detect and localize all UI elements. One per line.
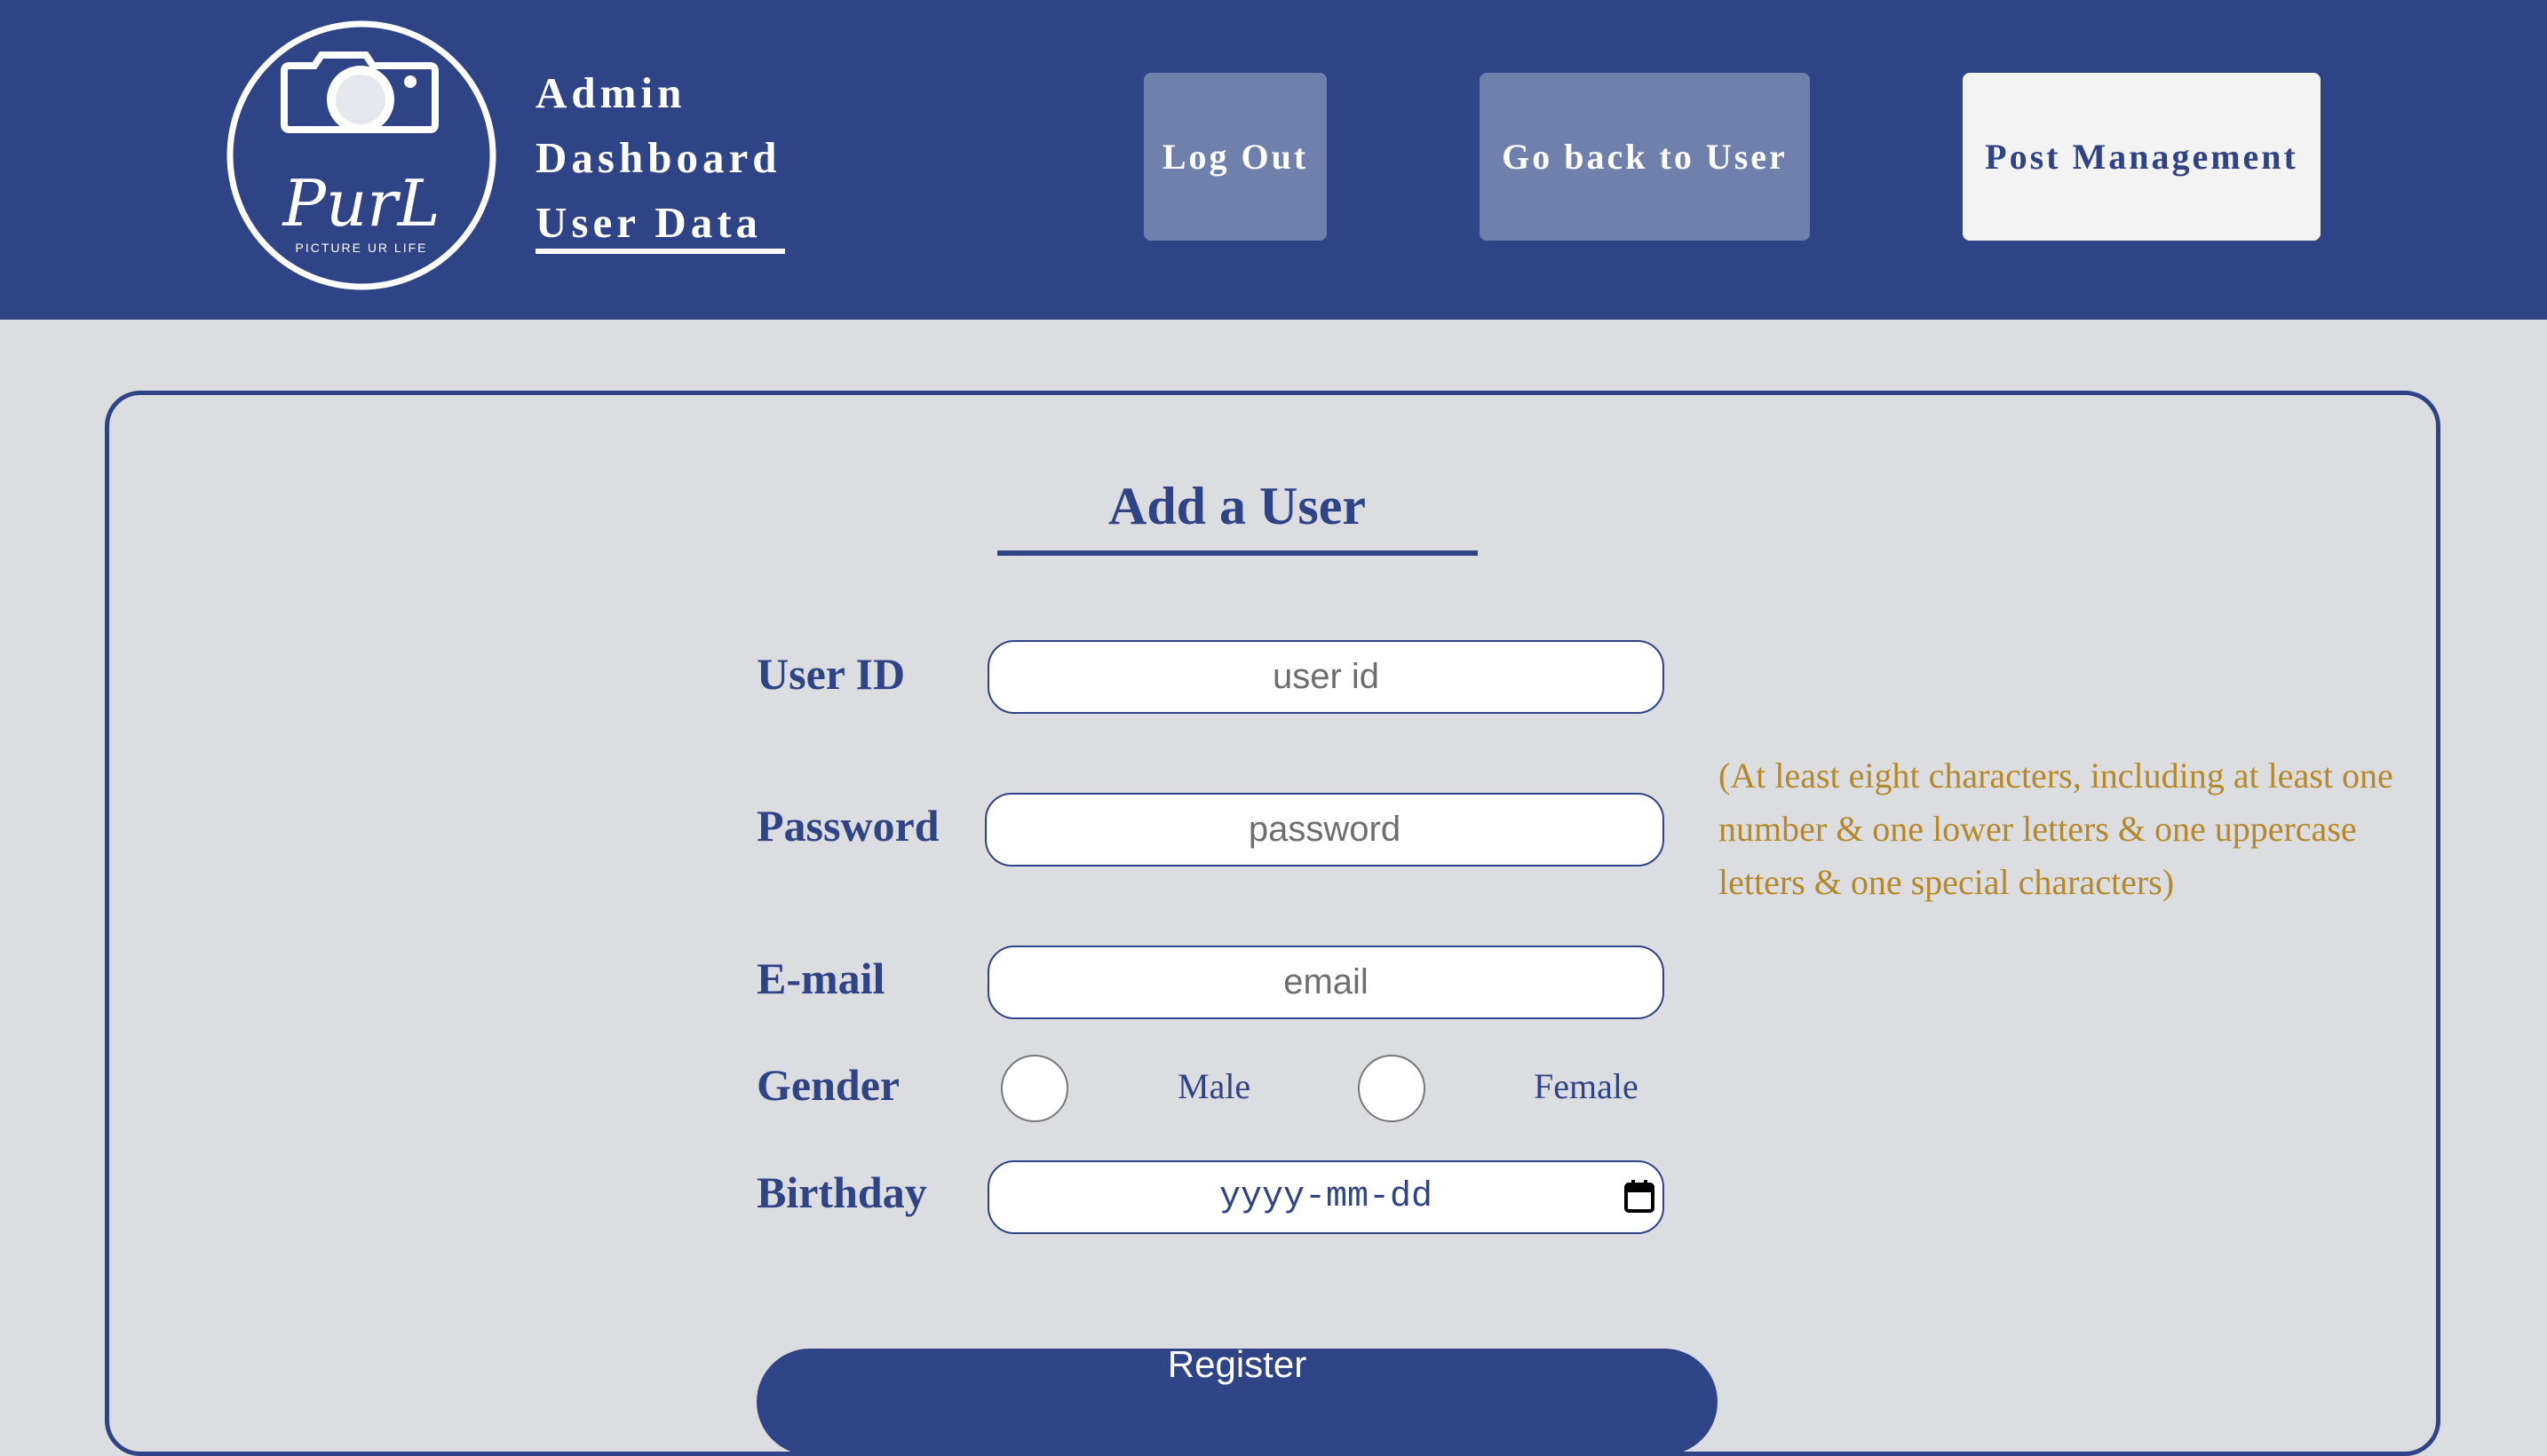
back-to-user-button[interactable]: Go back to User <box>1480 73 1810 241</box>
gender-male-radio[interactable] <box>1001 1055 1068 1122</box>
user-id-label: User ID <box>757 649 906 699</box>
email-label: E-mail <box>757 954 885 1003</box>
gender-label: Gender <box>757 1060 901 1110</box>
top-header: PurL PICTURE UR LIFE Admin Dashboard Use… <box>0 0 2547 320</box>
password-requirements-hint: (At least eight characters, including at… <box>1718 756 2393 902</box>
nav-link-user-data[interactable]: User Data <box>536 190 781 255</box>
birthday-placeholder: yyyy-mm-dd <box>1218 1177 1433 1217</box>
user-id-input[interactable] <box>988 640 1664 714</box>
register-button-label: Register <box>1167 1343 1307 1385</box>
nav-line-dashboard: Dashboard <box>536 133 782 182</box>
active-nav-underline <box>536 249 785 254</box>
form-title-underline <box>997 550 1478 556</box>
calendar-icon[interactable] <box>1623 1178 1655 1214</box>
password-input[interactable] <box>985 793 1664 866</box>
register-button[interactable]: Register <box>757 1343 1718 1455</box>
gender-male-label: Male <box>1178 1066 1251 1106</box>
nav-line-admin: Admin <box>536 68 686 117</box>
gender-female-label: Female <box>1534 1066 1638 1106</box>
admin-nav-title: Admin Dashboard User Data <box>536 60 781 255</box>
logout-button[interactable]: Log Out <box>1144 73 1327 241</box>
form-title: Add a User <box>1107 477 1366 535</box>
logo-wordmark: PurL <box>281 166 440 241</box>
purl-logo: PurL PICTURE UR LIFE <box>226 20 496 290</box>
password-label: Password <box>757 801 940 851</box>
gender-female-radio[interactable] <box>1358 1055 1425 1122</box>
logo-tagline: PICTURE UR LIFE <box>295 241 427 255</box>
birthday-label: Birthday <box>757 1167 927 1217</box>
email-input[interactable] <box>988 946 1664 1019</box>
post-management-button[interactable]: Post Management <box>1963 73 2321 241</box>
birthday-date-input[interactable]: yyyy-mm-dd <box>988 1160 1664 1234</box>
